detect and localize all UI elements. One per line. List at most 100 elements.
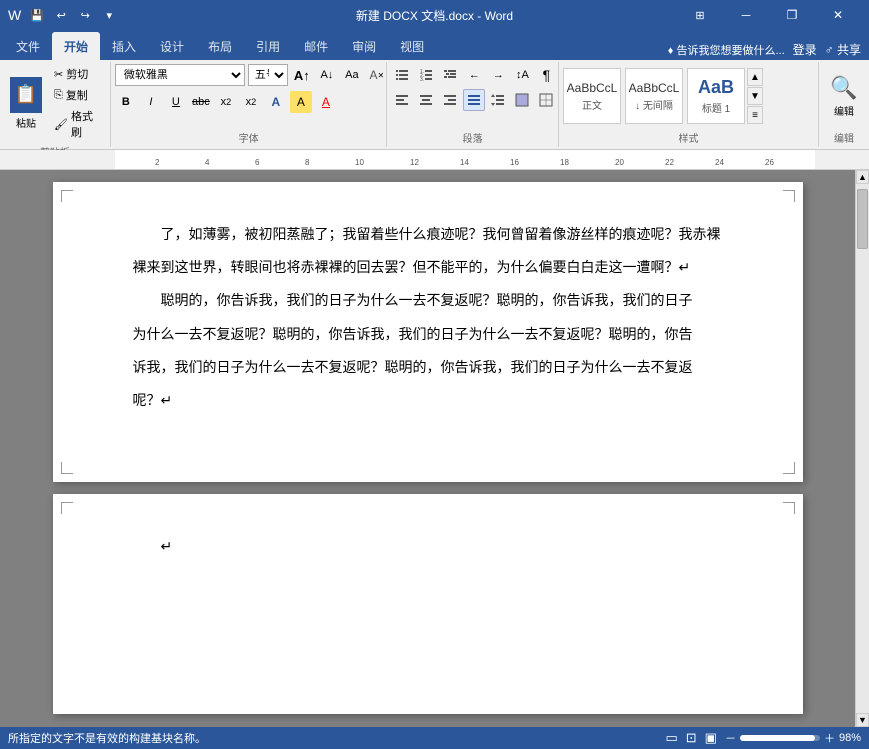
- superscript-button[interactable]: x2: [240, 91, 262, 113]
- bold-button[interactable]: B: [115, 91, 137, 113]
- document-scroll-area[interactable]: 了，如薄雾，被初阳蒸融了；我留着些什么痕迹呢？我何曾留着像游丝样的痕迹呢？我赤裸…: [0, 170, 855, 727]
- styles-expand[interactable]: ≡: [747, 106, 763, 124]
- page-corner-bl: [61, 462, 73, 474]
- numbering-button[interactable]: 1.2.3.: [415, 64, 437, 86]
- para-6: 呢？↵: [133, 388, 723, 413]
- quick-access-toolbar: 💾 ↩ ↪ ▾: [27, 5, 119, 25]
- search-icon: 🔍: [830, 75, 857, 101]
- text-effects-button[interactable]: A: [265, 91, 287, 113]
- tab-layout[interactable]: 布局: [196, 32, 244, 60]
- minimize-button[interactable]: －: [723, 0, 769, 30]
- style-heading1-preview: AaB: [698, 77, 734, 98]
- page-2-content[interactable]: ↵: [133, 534, 723, 559]
- style-normal[interactable]: AaBbCcL 正文: [563, 68, 621, 124]
- highlight-button[interactable]: A: [290, 91, 312, 113]
- ruler: 2 4 6 8 10 12 14 16 18 20 22 24 26: [0, 150, 869, 170]
- view-print-button[interactable]: ▭: [665, 730, 677, 746]
- clear-format-button[interactable]: A✕: [366, 64, 388, 86]
- subscript-button[interactable]: x2: [215, 91, 237, 113]
- format-painter-button[interactable]: 🖌 格式刷: [50, 106, 106, 142]
- close-button[interactable]: ✕: [815, 0, 861, 30]
- scroll-down-button[interactable]: ▼: [856, 713, 869, 727]
- para-4: 为什么一去不复返呢？聪明的，你告诉我，我们的日子为什么一去不复返呢？聪明的，你告: [133, 322, 723, 347]
- page-2: ↵: [53, 494, 803, 714]
- align-right-button[interactable]: [439, 89, 461, 111]
- clipboard-small-buttons: ✂ 剪切 ⎘ 复制 🖌 格式刷: [50, 64, 106, 142]
- center-button[interactable]: [415, 89, 437, 111]
- restore-button[interactable]: ❐: [769, 0, 815, 30]
- style-heading1[interactable]: AaB 标题 1: [687, 68, 745, 124]
- decrease-font-button[interactable]: A↓: [316, 64, 338, 86]
- login-button[interactable]: 登录: [793, 41, 817, 58]
- window-title: 新建 DOCX 文档.docx - Word: [356, 9, 513, 23]
- scroll-up-button[interactable]: ▲: [856, 170, 869, 184]
- copy-icon: ⎘: [54, 89, 63, 102]
- tab-home[interactable]: 开始: [52, 32, 100, 60]
- tab-design[interactable]: 设计: [148, 32, 196, 60]
- editing-label: 编辑: [834, 103, 854, 118]
- change-case-button[interactable]: Aa: [341, 64, 363, 86]
- line-spacing-button[interactable]: [487, 89, 509, 111]
- decrease-indent-button[interactable]: ←: [463, 64, 485, 86]
- scroll-track[interactable]: [856, 184, 869, 713]
- sort-button[interactable]: ↕A: [511, 64, 533, 86]
- copy-button[interactable]: ⎘ 复制: [50, 85, 106, 105]
- page-2-corner-tl: [61, 502, 73, 514]
- style-no-spacing[interactable]: AaBbCcL ↓ 无间隔: [625, 68, 683, 124]
- tab-review[interactable]: 审阅: [340, 32, 388, 60]
- zoom-in-button[interactable]: ＋: [824, 730, 835, 746]
- bullets-button[interactable]: [391, 64, 413, 86]
- zoom-slider[interactable]: [740, 735, 820, 741]
- shading-button[interactable]: [511, 89, 533, 111]
- font-row-2: B I U abc x2 x2 A A A: [115, 91, 337, 113]
- increase-indent-button[interactable]: →: [487, 64, 509, 86]
- window-icon-button[interactable]: ⊞: [677, 0, 723, 30]
- share-button[interactable]: ♂ 共享: [825, 41, 861, 58]
- align-left-button[interactable]: [391, 89, 413, 111]
- paste-button[interactable]: 📋 粘贴: [4, 73, 48, 134]
- justify-button[interactable]: [463, 89, 485, 111]
- cut-button[interactable]: ✂ 剪切: [50, 64, 106, 84]
- tab-file[interactable]: 文件: [4, 32, 52, 60]
- vertical-scrollbar[interactable]: ▲ ▼: [855, 170, 869, 727]
- tab-view[interactable]: 视图: [388, 32, 436, 60]
- tell-me-input[interactable]: ♦ 告诉我您想要做什么...: [668, 42, 785, 58]
- view-web-button[interactable]: ⊡: [686, 730, 697, 746]
- underline-button[interactable]: U: [165, 91, 187, 113]
- increase-font-button[interactable]: A↑: [291, 64, 313, 86]
- styles-scroll-up[interactable]: ▲: [747, 68, 763, 86]
- font-size-selector[interactable]: 五号: [248, 64, 288, 86]
- font-color-button[interactable]: A: [315, 91, 337, 113]
- cut-icon: ✂: [54, 68, 63, 81]
- show-marks-button[interactable]: ¶: [535, 64, 557, 86]
- clipboard-group: 📋 粘贴 ✂ 剪切 ⎘ 复制 🖌 格式刷 剪贴板: [0, 62, 111, 147]
- para-3: 聪明的，你告诉我，我们的日子为什么一去不复返呢？聪明的，你告诉我，我们的日子: [133, 288, 723, 313]
- view-read-button[interactable]: ▣: [705, 730, 717, 746]
- borders-button[interactable]: [535, 89, 557, 111]
- format-painter-icon: 🖌: [54, 118, 68, 131]
- redo-button[interactable]: ↪: [75, 5, 95, 25]
- qa-more-button[interactable]: ▾: [99, 5, 119, 25]
- styles-scroll-down[interactable]: ▼: [747, 87, 763, 105]
- zoom-out-button[interactable]: －: [725, 730, 736, 746]
- multilevel-list-button[interactable]: [439, 64, 461, 86]
- clipboard-content: 📋 粘贴 ✂ 剪切 ⎘ 复制 🖌 格式刷: [4, 64, 106, 142]
- statusbar: 所指定的文字不是有效的构建基块名称。 ▭ ⊡ ▣ － ＋ 98%: [0, 727, 869, 749]
- undo-button[interactable]: ↩: [51, 5, 71, 25]
- tab-insert[interactable]: 插入: [100, 32, 148, 60]
- style-no-spacing-preview: AaBbCcL: [629, 81, 680, 95]
- strikethrough-button[interactable]: abc: [190, 91, 212, 113]
- style-heading1-name: 标题 1: [702, 100, 730, 115]
- scroll-thumb[interactable]: [857, 189, 868, 249]
- page-1-content[interactable]: 了，如薄雾，被初阳蒸融了；我留着些什么痕迹呢？我何曾留着像游丝样的痕迹呢？我赤裸…: [133, 222, 723, 413]
- status-message: 所指定的文字不是有效的构建基块名称。: [8, 730, 206, 746]
- tab-mailings[interactable]: 邮件: [292, 32, 340, 60]
- styles-label: 样式: [563, 128, 814, 145]
- paste-icon: 📋: [10, 77, 42, 113]
- save-button[interactable]: 💾: [27, 5, 47, 25]
- find-button[interactable]: 🔍 编辑: [824, 71, 864, 122]
- font-name-selector[interactable]: 微软雅黑: [115, 64, 245, 86]
- italic-button[interactable]: I: [140, 91, 162, 113]
- zoom-level[interactable]: 98%: [839, 732, 861, 744]
- tab-references[interactable]: 引用: [244, 32, 292, 60]
